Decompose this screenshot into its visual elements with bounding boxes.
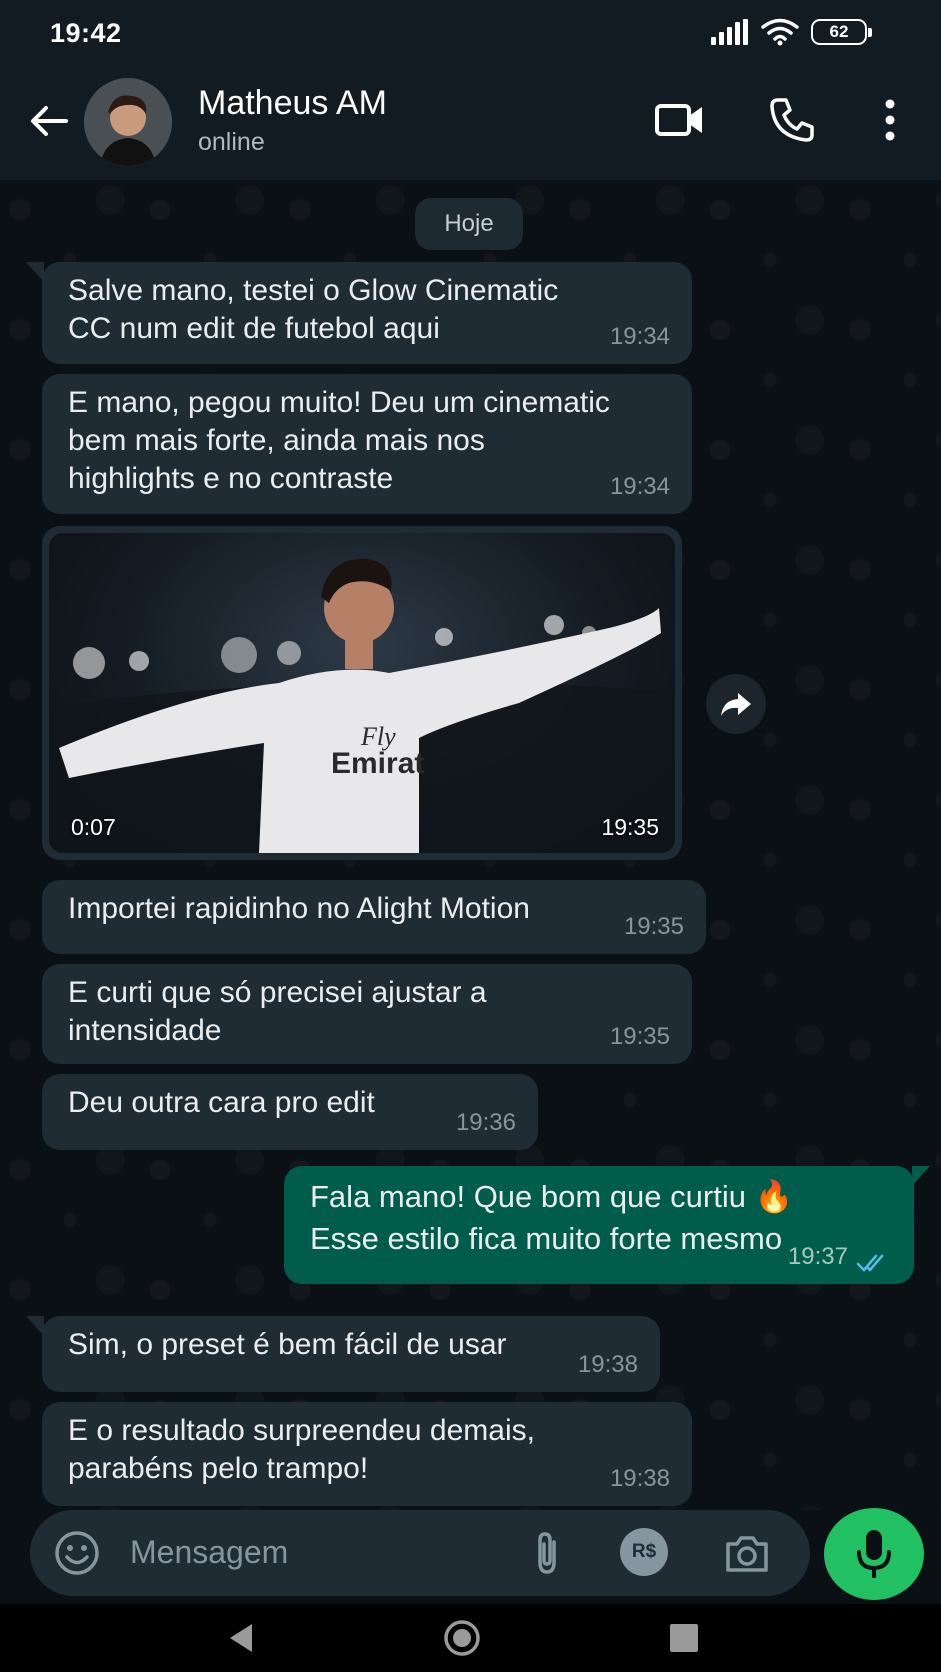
mic-button[interactable] — [824, 1508, 924, 1600]
message-time: 19:38 — [609, 1465, 670, 1492]
message-time: 19:35 — [609, 1023, 670, 1050]
date-chip-label: Hoje — [444, 210, 494, 237]
payment-icon[interactable]: R$ — [620, 1528, 668, 1576]
attach-icon[interactable] — [522, 1528, 572, 1578]
wifi-icon — [761, 18, 799, 46]
message-bubble-incoming[interactable]: E mano, pegou muito! Deu um cinematic be… — [42, 374, 692, 514]
message-time: 19:34 — [609, 473, 670, 500]
contact-status: online — [198, 128, 265, 156]
message-bubble-outgoing[interactable]: Fala mano! Que bom que curtiu 🔥 Esse est… — [284, 1166, 930, 1284]
message-bubble-incoming[interactable]: Deu outra cara pro edit 19:36 — [42, 1074, 538, 1150]
battery-indicator: 62 — [811, 19, 872, 45]
chat-area[interactable]: Hoje Salve mano, testei o Glow Cinematic… — [0, 180, 941, 1510]
message-bubble-incoming[interactable]: Sim, o preset é bem fácil de usar 19:38 — [26, 1316, 660, 1392]
status-bar: 19:42 62 — [0, 0, 941, 62]
message-text: E curti que só precisei ajustar a intens… — [68, 976, 487, 1047]
nav-home-icon[interactable] — [442, 1618, 482, 1658]
message-text: Sim, o preset é bem fácil de usar — [68, 1328, 507, 1361]
message-time: 19:38 — [577, 1351, 638, 1378]
video-call-icon[interactable] — [652, 92, 708, 148]
emoji-icon[interactable] — [52, 1528, 102, 1578]
forward-icon — [721, 693, 751, 716]
signal-icon — [711, 19, 748, 45]
nav-recents-icon[interactable] — [664, 1618, 704, 1658]
message-input[interactable]: Mensagem — [130, 1534, 288, 1571]
read-receipt-icon — [856, 1254, 884, 1272]
video-message[interactable]: Emirat Fly 0:07 19:35 — [42, 526, 682, 860]
microphone-icon — [857, 1530, 891, 1578]
message-text: E o resultado surpreendeu demais, parabé… — [68, 1414, 535, 1485]
message-text: Salve mano, testei o Glow Cinematic CC n… — [68, 274, 559, 345]
avatar-photo — [84, 78, 172, 166]
phone-call-icon[interactable] — [764, 92, 820, 148]
date-chip: Hoje — [415, 198, 523, 250]
message-bubble-incoming[interactable]: E o resultado surpreendeu demais, parabé… — [42, 1402, 692, 1506]
svg-text:Fly: Fly — [360, 722, 396, 751]
message-time: 19:36 — [455, 1109, 516, 1136]
message-text: Deu outra cara pro edit — [68, 1086, 375, 1119]
message-time: 19:37 — [787, 1243, 848, 1270]
more-options-icon[interactable] — [862, 92, 918, 148]
camera-icon[interactable] — [722, 1528, 772, 1578]
video-duration: 0:07 — [71, 814, 116, 840]
message-text: Importei rapidinho no Alight Motion — [68, 892, 530, 925]
message-bubble-incoming[interactable]: Salve mano, testei o Glow Cinematic CC n… — [26, 262, 692, 364]
contact-name[interactable]: Matheus AM — [198, 84, 387, 123]
system-nav-bar — [0, 1604, 941, 1672]
message-time: 19:35 — [601, 814, 659, 840]
battery-level: 62 — [829, 22, 849, 41]
nav-back-icon[interactable] — [222, 1618, 262, 1658]
message-bubble-incoming[interactable]: Importei rapidinho no Alight Motion 19:3… — [42, 880, 706, 954]
message-time: 19:34 — [609, 323, 670, 350]
forward-button[interactable] — [706, 674, 766, 734]
svg-text:Emirat: Emirat — [331, 747, 424, 780]
message-text: E mano, pegou muito! Deu um cinematic be… — [68, 386, 610, 495]
back-arrow-icon[interactable] — [26, 98, 72, 144]
message-time: 19:35 — [623, 913, 684, 940]
avatar[interactable] — [84, 78, 172, 166]
chat-header: Matheus AM online — [0, 62, 941, 180]
status-time: 19:42 — [50, 18, 122, 48]
message-bubble-incoming[interactable]: E curti que só precisei ajustar a intens… — [42, 964, 692, 1064]
video-thumbnail[interactable]: Emirat Fly 0:07 19:35 — [49, 533, 675, 853]
message-input-bar[interactable]: Mensagem R$ — [30, 1510, 810, 1596]
video-thumbnail-image: Emirat Fly — [49, 558, 675, 853]
message-text: Fala mano! Que bom que curtiu 🔥 Esse est… — [310, 1179, 794, 1256]
